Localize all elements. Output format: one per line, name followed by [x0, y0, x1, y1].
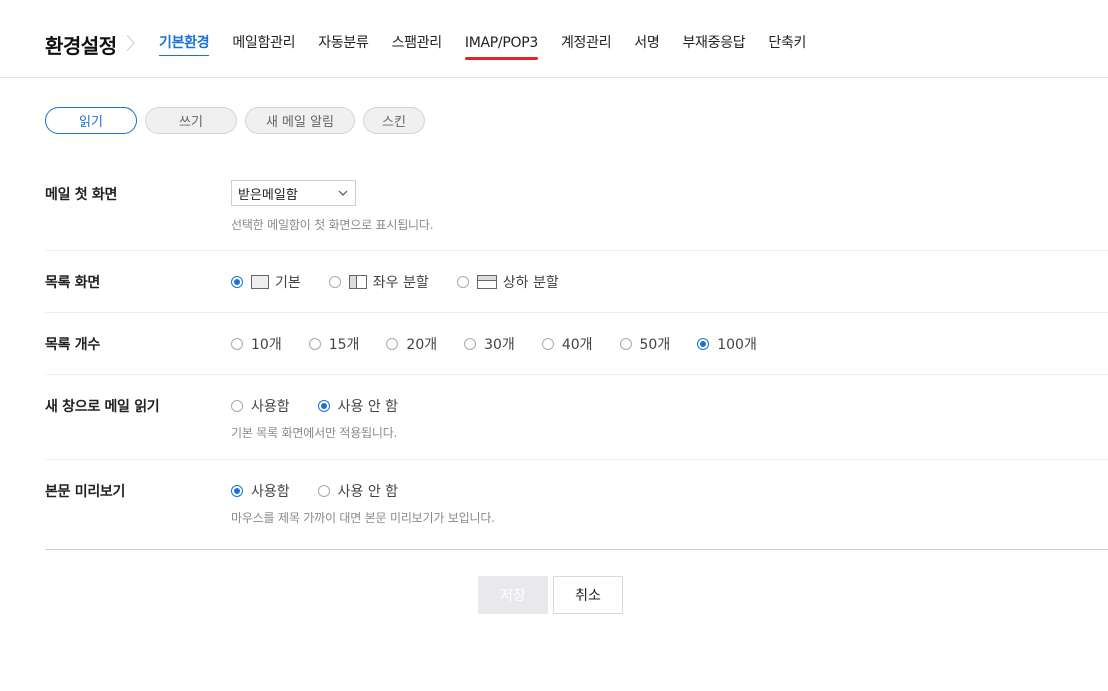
list-count-option-50[interactable]: 50개	[619, 334, 671, 354]
layout-split-horizontal-icon	[348, 275, 367, 289]
chevron-down-icon	[338, 190, 348, 196]
option-label: 기본	[275, 275, 301, 291]
preview-option-use[interactable]: 사용함	[231, 481, 290, 501]
cancel-button[interactable]: 취소	[553, 576, 623, 614]
radio-button[interactable]	[464, 338, 477, 350]
option-label: 상하 분할	[502, 275, 559, 291]
tab-auto-sort[interactable]: 자동분류	[318, 33, 369, 53]
subtab-read[interactable]: 읽기	[45, 107, 137, 134]
option-label: 사용함	[251, 399, 290, 415]
sub-tabs: 읽기 쓰기 새 메일 알림 스킨	[45, 107, 433, 134]
tab-imap-pop3[interactable]: IMAP/POP3	[464, 33, 538, 60]
setting-hint: 선택한 메일함이 첫 화면으로 표시됩니다.	[231, 218, 434, 232]
new-window-option-not-use[interactable]: 사용 안 함	[317, 396, 399, 416]
new-window-option-use[interactable]: 사용함	[231, 396, 290, 416]
radio-button[interactable]	[328, 276, 341, 288]
list-view-option-default[interactable]: 기본	[231, 272, 301, 292]
list-view-option-horizontal-split[interactable]: 좌우 분할	[328, 272, 429, 292]
list-count-option-15[interactable]: 15개	[308, 334, 360, 354]
tab-auto-reply[interactable]: 부재중응답	[682, 33, 745, 53]
radio-button[interactable]	[317, 485, 330, 497]
list-count-option-40[interactable]: 40개	[541, 334, 593, 354]
page-title: 환경설정	[45, 34, 117, 58]
setting-label: 새 창으로 메일 읽기	[45, 399, 160, 415]
setting-hint: 마우스를 제목 가까이 대면 본문 미리보기가 보입니다.	[231, 511, 495, 525]
option-label: 사용함	[251, 484, 290, 500]
radio-button[interactable]	[308, 338, 321, 350]
tab-mailbox-management[interactable]: 메일함관리	[232, 33, 295, 53]
radio-button[interactable]	[317, 400, 330, 412]
preview-option-not-use[interactable]: 사용 안 함	[317, 481, 399, 501]
option-label: 사용 안 함	[337, 399, 399, 415]
divider	[45, 549, 1108, 550]
subtab-write[interactable]: 쓰기	[145, 107, 237, 134]
radio-button[interactable]	[541, 338, 554, 350]
setting-row-list-count: 목록 개수 10개 15개 20개 30개 40개 50개 100개	[45, 313, 1108, 375]
radio-button[interactable]	[231, 400, 243, 412]
option-label: 10개	[251, 337, 282, 353]
first-screen-select[interactable]: 받은메일함	[231, 180, 356, 206]
tab-basic[interactable]: 기본환경	[159, 33, 210, 56]
setting-row-preview: 본문 미리보기 사용함 사용 안 함 마우스를 제목 가까이 대면 본문 미리보…	[45, 460, 1108, 549]
subtab-skin[interactable]: 스킨	[363, 107, 425, 134]
tab-account[interactable]: 계정관리	[561, 33, 612, 53]
setting-row-new-window: 새 창으로 메일 읽기 사용함 사용 안 함 기본 목록 화면에서만 적용됩니다…	[45, 375, 1108, 460]
list-count-option-30[interactable]: 30개	[464, 334, 515, 354]
radio-button[interactable]	[231, 338, 243, 350]
option-label: 15개	[328, 337, 360, 353]
list-count-option-20[interactable]: 20개	[386, 334, 437, 354]
chevron-right-icon	[126, 34, 135, 52]
option-label: 30개	[484, 337, 515, 353]
option-label: 100개	[717, 337, 757, 353]
radio-button[interactable]	[697, 338, 710, 350]
list-view-option-vertical-split[interactable]: 상하 분할	[456, 272, 559, 292]
save-button[interactable]: 저장	[478, 576, 548, 614]
radio-button[interactable]	[386, 338, 399, 350]
option-label: 40개	[561, 337, 593, 353]
option-label: 50개	[639, 337, 671, 353]
list-count-option-10[interactable]: 10개	[231, 334, 282, 354]
tab-signature[interactable]: 서명	[634, 33, 659, 53]
radio-button[interactable]	[619, 338, 632, 350]
option-label: 20개	[406, 337, 438, 353]
radio-button[interactable]	[231, 276, 243, 288]
layout-default-icon	[251, 275, 269, 289]
select-value: 받은메일함	[238, 187, 298, 203]
settings-tabs: 기본환경 메일함관리 자동분류 스팸관리 IMAP/POP3 계정관리 서명 부…	[159, 33, 829, 60]
setting-row-list-view: 목록 화면 기본 좌우 분할 상하 분할	[45, 251, 1108, 313]
tab-shortcuts[interactable]: 단축키	[768, 33, 806, 53]
radio-button[interactable]	[456, 276, 469, 288]
option-label: 좌우 분할	[372, 275, 429, 291]
layout-split-vertical-icon	[476, 275, 497, 289]
setting-label: 목록 화면	[45, 275, 100, 291]
tab-spam[interactable]: 스팸관리	[392, 33, 443, 53]
radio-button[interactable]	[231, 485, 243, 497]
top-navigation: 환경설정 기본환경 메일함관리 자동분류 스팸관리 IMAP/POP3 계정관리…	[0, 0, 1108, 78]
setting-label: 목록 개수	[45, 337, 100, 353]
setting-label: 본문 미리보기	[45, 484, 126, 500]
setting-row-first-screen: 메일 첫 화면 받은메일함 선택한 메일함이 첫 화면으로 표시됩니다.	[45, 165, 1108, 251]
setting-label: 메일 첫 화면	[45, 187, 118, 203]
option-label: 사용 안 함	[337, 484, 399, 500]
list-count-option-100[interactable]: 100개	[697, 334, 757, 354]
subtab-new-mail-alert[interactable]: 새 메일 알림	[245, 107, 355, 134]
setting-hint: 기본 목록 화면에서만 적용됩니다.	[231, 426, 398, 440]
